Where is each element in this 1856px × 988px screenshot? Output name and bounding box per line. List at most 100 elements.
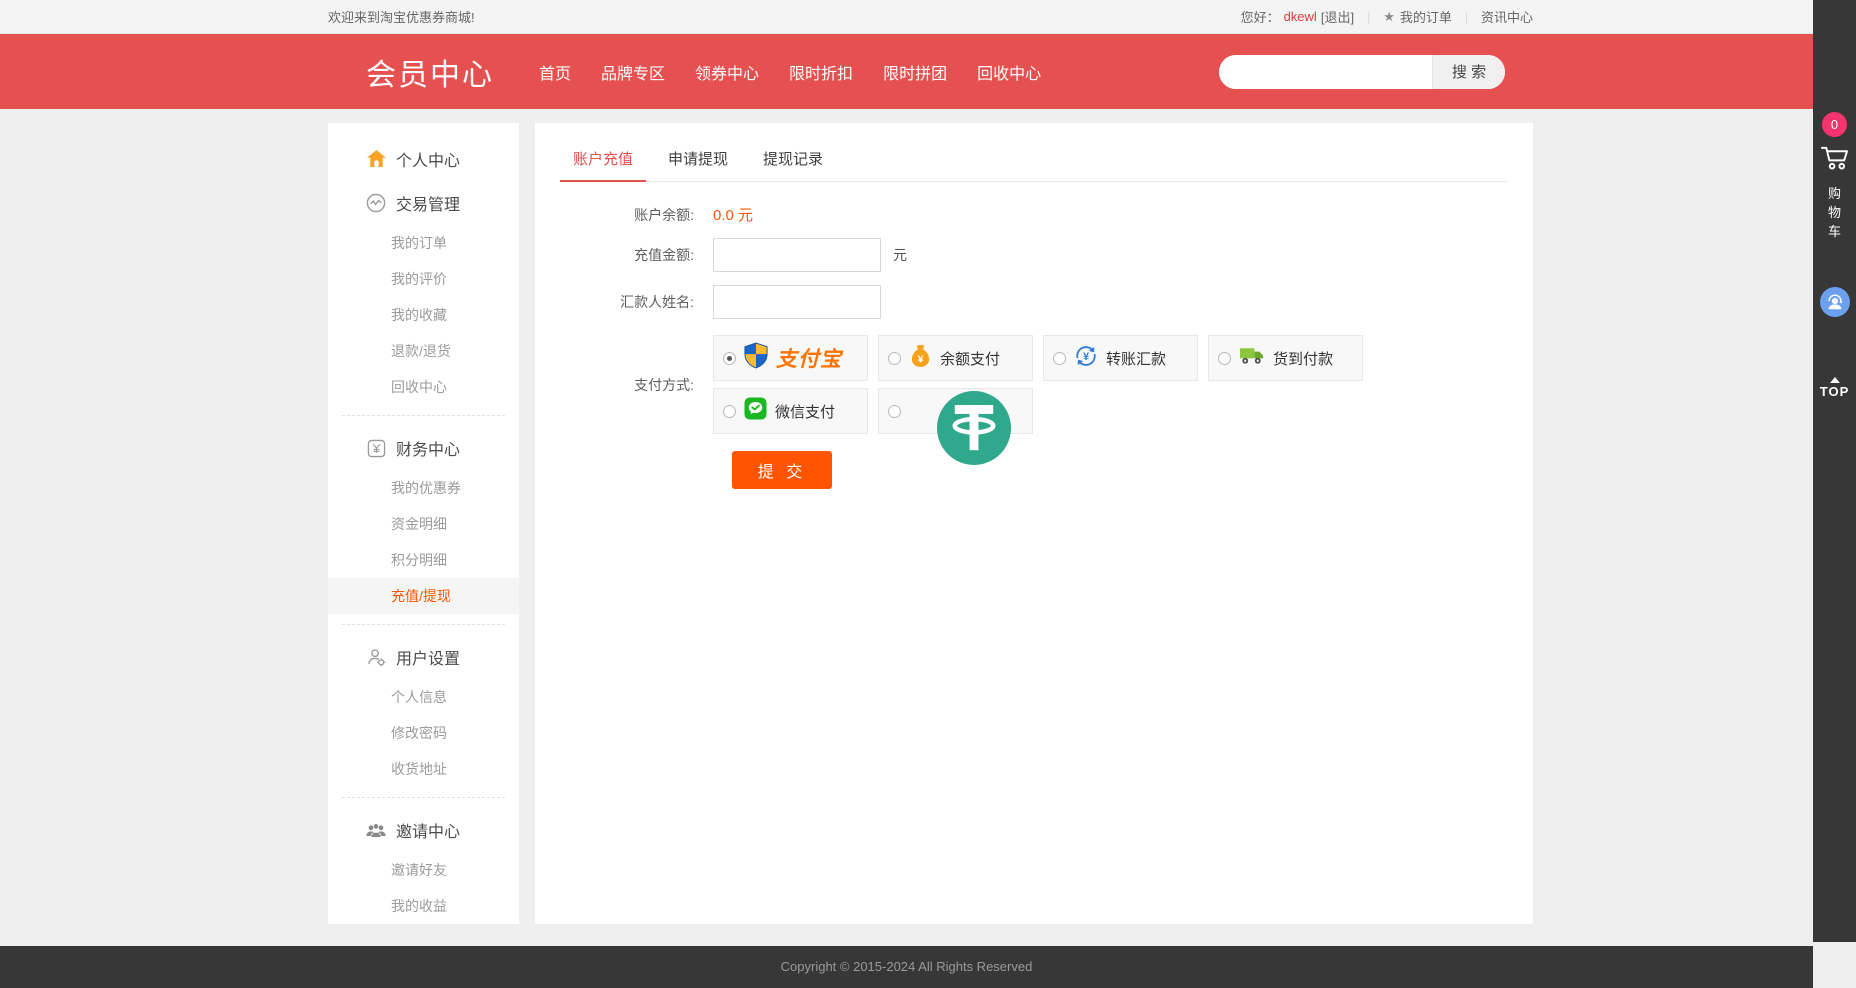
search-button[interactable]: 搜 索 xyxy=(1432,55,1505,89)
account-avatar-icon[interactable] xyxy=(1820,287,1850,317)
recharge-amount-input[interactable] xyxy=(713,238,881,272)
search-input[interactable] xyxy=(1219,55,1432,89)
sidebar-divider xyxy=(342,797,505,798)
nav-item-brands[interactable]: 品牌专区 xyxy=(586,52,680,92)
topbar-divider: | xyxy=(1465,10,1468,24)
alipay-shield-icon xyxy=(744,342,768,374)
sidebar-section-invite[interactable]: 邀请中心 xyxy=(328,808,519,852)
sidebar-item-recycle-center[interactable]: 回收中心 xyxy=(328,369,519,405)
payment-option-label: 余额支付 xyxy=(940,348,1000,369)
radio-cod[interactable] xyxy=(1218,352,1231,365)
sidebar-section-trade[interactable]: 交易管理 xyxy=(328,181,519,225)
sidebar-section-label: 财务中心 xyxy=(396,436,460,460)
tab-withdraw-apply[interactable]: 申请提现 xyxy=(655,145,741,181)
payer-name-input[interactable] xyxy=(713,285,881,319)
radio-balance-pay[interactable] xyxy=(888,352,901,365)
tab-withdraw-records[interactable]: 提现记录 xyxy=(750,145,836,181)
sidebar-divider xyxy=(342,415,505,416)
header: 会员中心 首页 品牌专区 领券中心 限时折扣 限时拼团 回收中心 搜 索 xyxy=(0,34,1813,109)
greeting-prefix: 您好： xyxy=(1241,7,1280,26)
star-icon: ★ xyxy=(1383,9,1395,25)
sidebar-section-user-settings[interactable]: 用户设置 xyxy=(328,635,519,679)
radio-usdt[interactable] xyxy=(888,405,901,418)
user-settings-icon xyxy=(366,647,386,667)
recharge-form: 账户余额: 0.0 元 充值金额: 元 汇款人姓名: 支付方式: xyxy=(560,182,1508,489)
sidebar-item-recharge-withdraw[interactable]: 充值/提现 xyxy=(328,578,519,614)
finance-icon xyxy=(366,438,386,458)
svg-text:¥: ¥ xyxy=(918,353,924,365)
payment-option-wechat[interactable]: 微信支付 xyxy=(713,388,868,434)
right-toolbar: 0 购物车 TOP xyxy=(1813,0,1856,942)
cart-icon[interactable] xyxy=(1820,144,1849,176)
bank-transfer-icon: ¥ xyxy=(1074,344,1098,373)
username: dkewl xyxy=(1284,9,1317,24)
sidebar-divider xyxy=(342,624,505,625)
balance-value: 0.0 元 xyxy=(713,204,753,225)
balance-pay-icon: ¥ xyxy=(909,344,932,373)
sidebar-section-label: 交易管理 xyxy=(396,191,460,215)
news-center-link[interactable]: 资讯中心 xyxy=(1481,7,1533,26)
site-logo[interactable]: 会员中心 xyxy=(366,50,494,94)
nav-item-recycle[interactable]: 回收中心 xyxy=(962,52,1056,92)
sidebar-section-label: 邀请中心 xyxy=(396,818,460,842)
payment-option-bank-transfer[interactable]: ¥ 转账汇款 xyxy=(1043,335,1198,381)
amount-label: 充值金额: xyxy=(560,245,713,265)
sidebar-item-personal-info[interactable]: 个人信息 xyxy=(328,679,519,715)
amount-unit: 元 xyxy=(893,245,907,265)
payment-option-usdt[interactable] xyxy=(878,388,1033,434)
alipay-logo-text: 支付宝 xyxy=(776,343,842,373)
page: 欢迎来到淘宝优惠券商城! 您好： dkewl [退出] | ★ 我的订单 | 资… xyxy=(0,0,1813,942)
sidebar-item-my-coupons[interactable]: 我的优惠券 xyxy=(328,470,519,506)
copyright-text: Copyright © 2015-2024 All Rights Reserve… xyxy=(781,959,1033,974)
sidebar-section-label: 个人中心 xyxy=(396,147,460,171)
invite-icon xyxy=(366,820,386,840)
trade-icon xyxy=(366,193,386,213)
submit-button[interactable]: 提 交 xyxy=(732,451,832,489)
sidebar-item-change-password[interactable]: 修改密码 xyxy=(328,715,519,751)
cart-count-badge: 0 xyxy=(1822,112,1847,137)
payment-option-label: 微信支付 xyxy=(775,401,835,422)
payment-option-label: 转账汇款 xyxy=(1106,348,1166,369)
payment-option-balance[interactable]: ¥ 余额支付 xyxy=(878,335,1033,381)
sidebar-item-fund-details[interactable]: 资金明细 xyxy=(328,506,519,542)
main-nav: 首页 品牌专区 领券中心 限时折扣 限时拼团 回收中心 xyxy=(524,52,1056,92)
nav-item-discount[interactable]: 限时折扣 xyxy=(774,52,868,92)
topbar-divider: | xyxy=(1367,10,1370,24)
radio-bank-transfer[interactable] xyxy=(1053,352,1066,365)
sidebar: 个人中心 交易管理 我的订单 我的评价 我的收藏 退款/退货 回收中心 xyxy=(328,123,519,924)
sidebar-section-personal[interactable]: 个人中心 xyxy=(328,137,519,181)
radio-wechat-pay[interactable] xyxy=(723,405,736,418)
nav-item-groupbuy[interactable]: 限时拼团 xyxy=(868,52,962,92)
footer: Copyright © 2015-2024 All Rights Reserve… xyxy=(0,946,1813,988)
payment-option-alipay[interactable]: 支付宝 xyxy=(713,335,868,381)
payment-option-cod[interactable]: 货到付款 xyxy=(1208,335,1363,381)
payment-options: 支付宝 ¥ 余额支付 xyxy=(713,335,1393,434)
welcome-text: 欢迎来到淘宝优惠券商城! xyxy=(328,7,475,26)
sidebar-item-my-orders[interactable]: 我的订单 xyxy=(328,225,519,261)
sidebar-item-my-favorites[interactable]: 我的收藏 xyxy=(328,297,519,333)
tab-account-recharge[interactable]: 账户充值 xyxy=(560,145,646,181)
cod-truck-icon xyxy=(1239,345,1265,371)
logout-link[interactable]: [退出] xyxy=(1321,7,1354,26)
sidebar-section-finance[interactable]: 财务中心 xyxy=(328,426,519,470)
balance-label: 账户余额: xyxy=(560,205,713,225)
nav-item-coupons[interactable]: 领券中心 xyxy=(680,52,774,92)
sidebar-item-refunds[interactable]: 退款/退货 xyxy=(328,333,519,369)
my-orders-link[interactable]: 我的订单 xyxy=(1400,7,1452,26)
usdt-tether-icon xyxy=(937,391,1011,465)
main-panel: 账户充值 申请提现 提现记录 账户余额: 0.0 元 充值金额: 元 汇款人姓名… xyxy=(535,123,1533,924)
wechat-pay-icon xyxy=(744,397,767,425)
cart-label[interactable]: 购物车 xyxy=(1827,184,1842,241)
payment-method-label: 支付方式: xyxy=(560,375,713,395)
back-to-top-button[interactable]: TOP xyxy=(1820,377,1850,399)
sidebar-item-my-reviews[interactable]: 我的评价 xyxy=(328,261,519,297)
sidebar-item-invite-friends[interactable]: 邀请好友 xyxy=(328,852,519,888)
sidebar-item-my-earnings[interactable]: 我的收益 xyxy=(328,888,519,924)
back-to-top-label: TOP xyxy=(1820,384,1850,399)
payment-option-label: 货到付款 xyxy=(1273,348,1333,369)
nav-item-home[interactable]: 首页 xyxy=(524,52,586,92)
up-arrow-icon xyxy=(1830,377,1840,383)
radio-alipay[interactable] xyxy=(723,352,736,365)
sidebar-item-points-details[interactable]: 积分明细 xyxy=(328,542,519,578)
sidebar-item-shipping-address[interactable]: 收货地址 xyxy=(328,751,519,787)
